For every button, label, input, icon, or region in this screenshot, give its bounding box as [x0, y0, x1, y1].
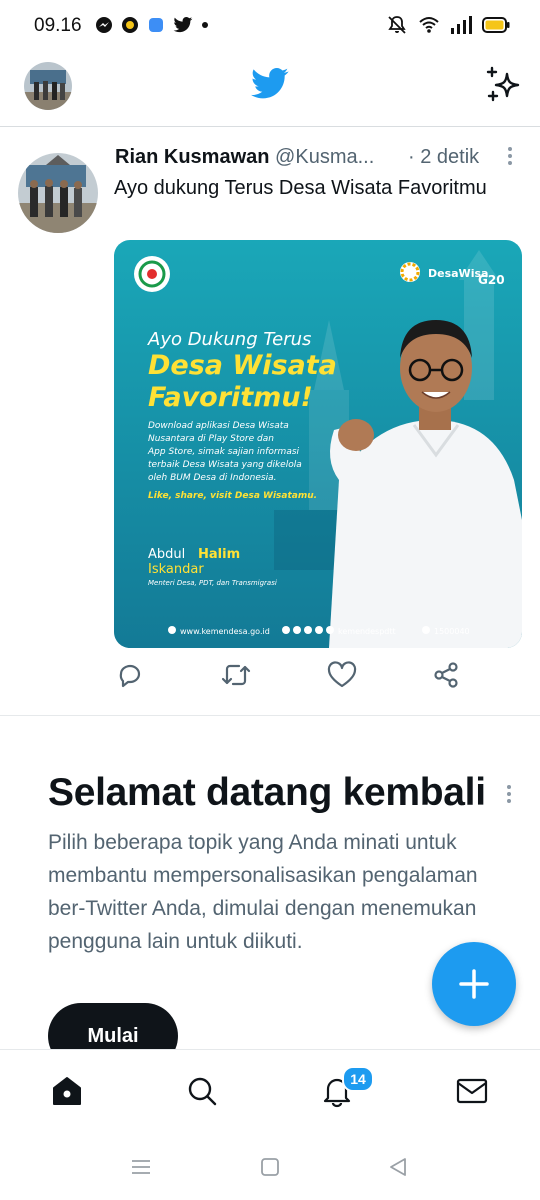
back-icon[interactable]: [388, 1157, 408, 1177]
share-icon[interactable]: [432, 661, 460, 689]
twitter-bird-icon: [173, 17, 193, 33]
search-icon[interactable]: [185, 1074, 219, 1108]
wifi-icon: [419, 17, 439, 33]
status-right: [386, 14, 510, 36]
plus-icon: [459, 969, 489, 999]
more-vertical-icon[interactable]: [506, 145, 514, 167]
poster-heading-line-1: Desa Wisata: [148, 350, 337, 381]
tweet-author-name[interactable]: Rian Kusmawan: [115, 146, 269, 168]
messages-icon[interactable]: [455, 1074, 489, 1108]
status-bar: 09.16: [0, 0, 540, 52]
poster-body-line: App Store, simak sajian informasi: [147, 447, 300, 457]
poster-body-line: terbaik Desa Wisata yang dikelola: [148, 460, 302, 470]
tweet-author-avatar[interactable]: [18, 153, 98, 233]
twitter-bird-icon[interactable]: [250, 67, 290, 101]
home-icon[interactable]: [50, 1074, 84, 1108]
welcome-description: Pilih beberapa topik yang Anda minati un…: [48, 831, 478, 953]
poster-cta: Like, share, visit Desa Wisatamu.: [148, 491, 317, 501]
messenger-icon: [96, 17, 112, 33]
battery-icon: [482, 17, 510, 33]
like-icon[interactable]: [327, 661, 357, 689]
dot-icon: [202, 22, 208, 28]
top-app-bar: [0, 52, 540, 127]
profile-avatar[interactable]: [24, 62, 72, 110]
tweet-header: Rian Kusmawan @Kusma...: [115, 146, 374, 169]
welcome-title: Selamat datang kembali: [48, 771, 486, 814]
poster-footer-url: www.kemendesa.go.id: [180, 627, 270, 636]
poster-person-first-name: Abdul: [148, 547, 185, 562]
tweet[interactable]: Rian Kusmawan @Kusma... · 2 detik Ayo du…: [0, 127, 540, 716]
more-vertical-icon[interactable]: [505, 783, 513, 805]
poster-body-line: Nusantara di Play Store dan: [148, 434, 274, 444]
poster-body-line: Download aplikasi Desa Wisata: [148, 421, 289, 431]
sparkle-icon[interactable]: [485, 66, 523, 104]
reply-icon[interactable]: [116, 661, 144, 689]
status-app-icons: [95, 16, 209, 34]
poster-person-last-name: Iskandar: [148, 562, 204, 577]
bottom-navigation: 14: [0, 1049, 540, 1138]
status-time: 09.16: [34, 15, 82, 36]
tweet-actions: [114, 661, 494, 695]
mute-icon: [388, 16, 406, 34]
menu-icon[interactable]: [131, 1157, 151, 1177]
system-navigation-bar: [0, 1137, 540, 1200]
notification-count-badge: 14: [342, 1066, 374, 1092]
compose-tweet-button[interactable]: [432, 942, 516, 1026]
poster-body-line: oleh BUM Desa di Indonesia.: [148, 473, 277, 483]
poster-footer-phone: 1500040: [434, 627, 470, 636]
poster-heading-small: Ayo Dukung Terus: [147, 329, 311, 350]
tweet-author-handle[interactable]: @Kusma...: [275, 146, 374, 168]
tweet-timestamp: · 2 detik: [408, 146, 480, 168]
blue-app-icon: [149, 18, 163, 32]
poster-logo-g20: G20: [478, 273, 505, 287]
tweet-media-image[interactable]: DesaWisa G20 Ayo Dukung Terus Desa Wisat…: [114, 240, 522, 648]
signal-icon: [451, 16, 472, 34]
poster-footer-social: kemendespdtt: [338, 627, 396, 636]
tweet-text: Ayo dukung Terus Desa Wisata Favoritmu: [114, 177, 487, 199]
home-square-icon[interactable]: [260, 1157, 280, 1177]
poster-heading-line-2: Favoritmu!: [148, 382, 313, 413]
retweet-icon[interactable]: [220, 661, 252, 689]
app-icon: [122, 17, 138, 33]
poster-person-title: Menteri Desa, PDT, dan Transmigrasi: [148, 579, 277, 587]
poster-person-mid-name: Halim: [198, 547, 240, 562]
